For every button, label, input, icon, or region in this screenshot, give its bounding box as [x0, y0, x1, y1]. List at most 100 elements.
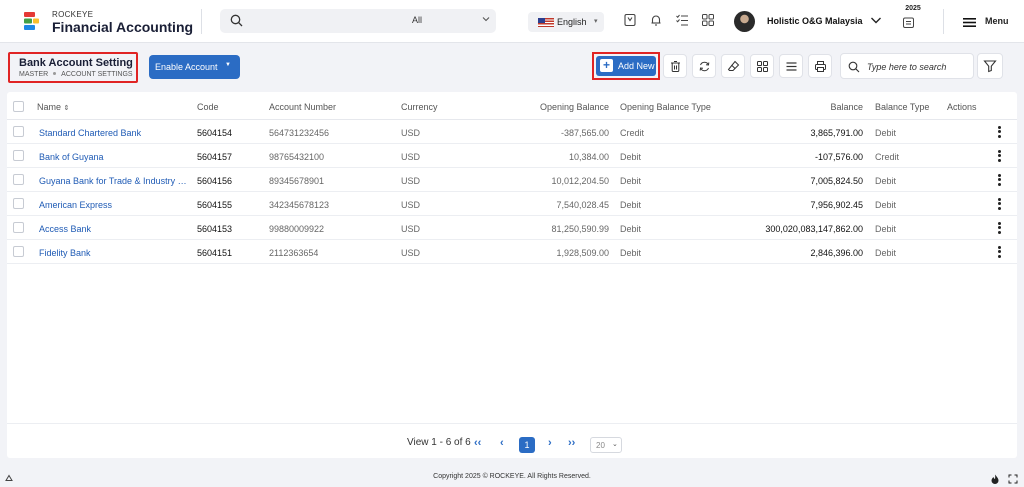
table-row[interactable]: Fidelity Bank 5604151 2112363654 USD 1,928,5…: [7, 240, 1017, 264]
previous-page-button[interactable]: ‹: [500, 437, 504, 449]
column-header-code[interactable]: Code: [197, 102, 219, 112]
account-name-link[interactable]: Standard Chartered Bank: [39, 128, 187, 138]
row-checkbox[interactable]: [13, 150, 24, 161]
language-label: English: [557, 17, 587, 27]
column-header-label: Name: [37, 102, 62, 112]
more-actions-icon[interactable]: [998, 126, 1002, 138]
balance: 300,020,083,147,862.00: [765, 224, 863, 234]
trash-icon: [671, 61, 680, 72]
row-checkbox[interactable]: [13, 222, 24, 233]
column-header-currency[interactable]: Currency: [401, 102, 438, 112]
page-size-select[interactable]: 20 ⌄: [590, 437, 622, 453]
calendar-icon[interactable]: [902, 16, 915, 29]
chevron-down-icon[interactable]: [870, 14, 882, 26]
language-select[interactable]: English ▾: [528, 12, 604, 32]
row-checkbox[interactable]: [13, 246, 24, 257]
account-name-link[interactable]: Guyana Bank for Trade & Industry Li...: [39, 176, 187, 186]
refresh-button[interactable]: [692, 54, 716, 78]
column-header-name[interactable]: Name ⇕: [37, 102, 69, 112]
row-checkbox[interactable]: [13, 198, 24, 209]
opening-balance: 7,540,028.45: [556, 200, 609, 210]
more-actions-icon[interactable]: [998, 222, 1002, 234]
column-header-opening-balance-type[interactable]: Opening Balance Type: [620, 102, 711, 112]
fire-icon[interactable]: [990, 474, 1000, 484]
filter-icon: [983, 60, 997, 73]
account-name-link[interactable]: Bank of Guyana: [39, 152, 187, 162]
top-header: ROCKEYE Financial Accounting All English…: [0, 0, 1024, 43]
table-row[interactable]: American Express 5604155 342345678123 USD 7,…: [7, 192, 1017, 216]
list-icon: [786, 62, 797, 71]
select-all-checkbox[interactable]: [13, 101, 24, 112]
column-header-account-number[interactable]: Account Number: [269, 102, 336, 112]
balance-type: Debit: [875, 176, 897, 186]
balance: 2,846,396.00: [810, 248, 863, 258]
column-header-opening-balance[interactable]: Opening Balance: [540, 102, 609, 112]
expand-icon[interactable]: [1008, 474, 1018, 484]
table-row[interactable]: Bank of Guyana 5604157 98765432100 USD 10,38…: [7, 144, 1017, 168]
global-search[interactable]: All: [220, 9, 496, 33]
row-checkbox[interactable]: [13, 126, 24, 137]
add-new-highlight: + Add New: [592, 52, 660, 80]
delete-button[interactable]: [663, 54, 687, 78]
account-number: 2112363654: [269, 248, 319, 258]
hamburger-menu-icon[interactable]: [963, 17, 976, 28]
menu-button[interactable]: Menu: [985, 16, 1009, 26]
more-actions-icon[interactable]: [998, 174, 1002, 186]
pagination-summary: View 1 - 6 of 6: [407, 437, 471, 448]
table-row[interactable]: Standard Chartered Bank 5604154 5647312324…: [7, 120, 1017, 144]
currency: USD: [401, 200, 421, 210]
task-list-icon[interactable]: [675, 13, 689, 27]
caret-down-icon: ▼: [225, 62, 231, 68]
balance-type: Debit: [875, 248, 897, 258]
sort-icon: ⇕: [63, 105, 70, 112]
account-name-link[interactable]: American Express: [39, 200, 187, 210]
row-checkbox[interactable]: [13, 174, 24, 185]
table-search[interactable]: [840, 53, 974, 79]
currency: USD: [401, 152, 421, 162]
opening-balance-type: Debit: [620, 176, 642, 186]
enable-account-button[interactable]: Enable Account ▼: [149, 55, 240, 79]
user-avatar[interactable]: [734, 11, 755, 32]
print-button[interactable]: [808, 54, 832, 78]
table-row[interactable]: Access Bank 5604153 99880009922 USD 81,250,5…: [7, 216, 1017, 240]
column-header-balance-type[interactable]: Balance Type: [875, 102, 929, 112]
column-header-balance[interactable]: Balance: [830, 102, 863, 112]
grid-icon: [757, 61, 768, 72]
opening-balance-type: Debit: [620, 248, 642, 258]
currency: USD: [401, 248, 421, 258]
refresh-icon: [699, 61, 710, 72]
bookmark-icon[interactable]: [623, 13, 637, 27]
more-actions-icon[interactable]: [998, 246, 1002, 258]
account-name-link[interactable]: Access Bank: [39, 224, 187, 234]
breadcrumb-item[interactable]: MASTER: [19, 71, 48, 78]
breadcrumb-item[interactable]: ACCOUNT SETTINGS: [61, 71, 132, 78]
clear-filter-button[interactable]: [721, 54, 745, 78]
account-name-link[interactable]: Fidelity Bank: [39, 248, 187, 258]
account-number: 342345678123: [269, 200, 330, 210]
user-name[interactable]: Holistic O&G Malaysia: [767, 16, 863, 26]
search-icon: [230, 14, 243, 27]
opening-balance-type: Debit: [620, 224, 642, 234]
add-new-button[interactable]: + Add New: [596, 56, 656, 76]
more-actions-icon[interactable]: [998, 150, 1002, 162]
more-actions-icon[interactable]: [998, 198, 1002, 210]
filter-button[interactable]: [977, 53, 1003, 79]
apps-grid-icon[interactable]: [701, 13, 715, 27]
table-search-input[interactable]: [867, 59, 969, 74]
plus-icon: +: [600, 59, 613, 72]
next-page-button[interactable]: ›: [548, 437, 552, 449]
balance: -107,576.00: [814, 152, 863, 162]
table-row[interactable]: Guyana Bank for Trade & Industry Li... 56…: [7, 168, 1017, 192]
list-view-button[interactable]: [779, 54, 803, 78]
chevron-down-icon: [482, 17, 490, 22]
opening-balance-type: Credit: [620, 128, 645, 138]
balance-type: Debit: [875, 224, 897, 234]
notification-bell-icon[interactable]: [649, 13, 663, 27]
grid-view-button[interactable]: [750, 54, 774, 78]
search-scope-select[interactable]: All: [412, 15, 422, 25]
pagination-divider: [7, 423, 1017, 424]
page-number-current[interactable]: 1: [519, 437, 535, 453]
last-page-button[interactable]: ››: [568, 437, 575, 449]
balance: 3,865,791.00: [810, 128, 863, 138]
first-page-button[interactable]: ‹‹: [474, 437, 481, 449]
